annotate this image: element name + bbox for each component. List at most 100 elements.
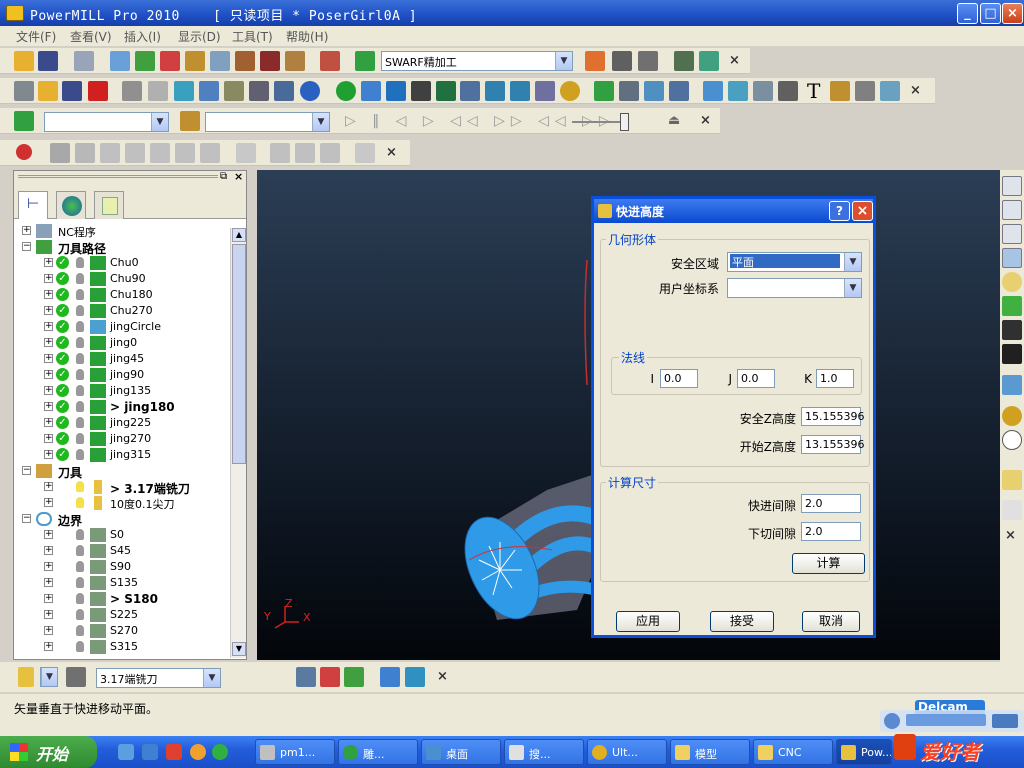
expand-toggle-icon[interactable]: + [44,626,53,635]
speed-slider-track[interactable] [572,121,627,123]
machine-4-icon[interactable] [355,143,375,163]
chevron-down-icon[interactable]: ▼ [844,279,861,297]
check-icon[interactable]: ✓ [56,272,69,285]
view-iso-2-icon[interactable] [1002,200,1022,220]
check-icon[interactable]: ✓ [56,352,69,365]
stock-shade-icon[interactable] [75,143,95,163]
check-icon[interactable]: ✓ [56,400,69,413]
expand-toggle-icon[interactable]: + [44,418,53,427]
strategy-select[interactable]: SWARF精加工 ▼ [381,51,573,71]
ime-bar[interactable] [880,710,1024,732]
tree-item[interactable]: + ✓ Chu180 [14,287,232,303]
lightbulb-icon[interactable] [76,433,84,444]
maximize-button[interactable]: □ [980,3,1001,24]
menu-tools[interactable]: 工具(T) [232,28,273,45]
feedrate-icon[interactable] [135,51,155,71]
expand-toggle-icon[interactable]: + [44,434,53,443]
check-icon[interactable]: ✓ [56,432,69,445]
close-window-button[interactable]: × [1002,3,1023,24]
edit-toolpath-icon[interactable] [699,51,719,71]
lightbulb-icon[interactable] [76,401,84,412]
tool-select[interactable]: 3.17端铣刀 ▼ [96,668,221,688]
check-icon[interactable]: ✓ [56,368,69,381]
expand-toggle-icon[interactable]: + [44,290,53,299]
lightbulb-icon[interactable] [76,417,84,428]
calculator-icon[interactable] [612,51,632,71]
toolpath-icon[interactable] [594,81,614,101]
lightbulb-icon[interactable] [76,257,84,268]
table-icon[interactable] [460,81,480,101]
scroll-down-icon[interactable]: ▼ [232,642,246,656]
tree-item[interactable]: + S0 [14,527,232,543]
check-icon[interactable]: ✓ [56,288,69,301]
tool-edit-icon[interactable] [344,667,364,687]
expand-toggle-icon[interactable]: + [44,370,53,379]
edit-pen-icon[interactable] [380,667,400,687]
tool-axis-icon[interactable] [285,51,305,71]
stock-2-icon[interactable] [125,143,145,163]
task-carve[interactable]: 雕... [338,739,418,765]
safe-z-input[interactable]: 15.155396 [801,407,865,426]
expand-toggle-icon[interactable]: + [44,498,53,507]
model-icon[interactable] [224,81,244,101]
task-cnc-folder[interactable]: CNC [753,739,833,765]
lightbulb-icon[interactable] [76,289,84,300]
check-icon[interactable]: ✓ [56,416,69,429]
box-icon[interactable] [880,81,900,101]
task-pm1[interactable]: pm1... [255,739,335,765]
tree-item[interactable]: + ✓ jing0 [14,335,232,351]
apply-button[interactable]: 应用 [616,611,680,632]
network-icon[interactable] [644,81,664,101]
toolpath-strategy-icon[interactable] [355,51,375,71]
expand-toggle-icon[interactable]: + [44,562,53,571]
undo-cursor-icon[interactable] [1002,500,1022,520]
simulation-toolpath-select[interactable]: ▼ [44,112,169,132]
tree-item[interactable]: − 刀具 [14,463,232,480]
workplane-align-icon[interactable] [296,667,316,687]
tree-item[interactable]: + > 3.17端铣刀 [14,479,232,496]
speed-slider-handle[interactable] [620,113,629,131]
print-icon[interactable] [74,51,94,71]
lightbulb-icon[interactable] [76,609,84,620]
task-search[interactable]: 搜... [504,739,584,765]
tool-type-dropdown[interactable]: ▼ [40,667,58,687]
lightbulb-icon[interactable] [76,497,84,508]
stock-4-icon[interactable] [175,143,195,163]
close-tool-toolbar-icon[interactable]: × [437,669,448,684]
expand-toggle-icon[interactable]: + [44,546,53,555]
expand-toggle-icon[interactable]: + [44,322,53,331]
tree-item[interactable]: + S315 [14,639,232,655]
expand-toggle-icon[interactable]: + [44,530,53,539]
dialog-close-button[interactable]: × [852,201,873,221]
menu-view[interactable]: 查看(V) [70,28,112,45]
check-icon[interactable]: ✓ [56,384,69,397]
tree-item[interactable]: + S135 [14,575,232,591]
expand-toggle-icon[interactable]: − [22,242,31,251]
tab-explorer[interactable]: ⊢ [18,191,48,219]
expand-toggle-icon[interactable]: + [44,578,53,587]
close-toolbar-2-icon[interactable]: × [910,83,921,98]
chevron-down-icon[interactable]: ▼ [203,669,220,687]
restore-panel-icon[interactable]: ⧉ [220,171,227,182]
toolpath-select-icon[interactable] [14,111,34,131]
ring-icon[interactable] [411,81,431,101]
tree-item[interactable]: + ✓ jing45 [14,351,232,367]
tree-item[interactable]: + S270 [14,623,232,639]
save-project-icon[interactable] [38,51,58,71]
lightbulb-icon[interactable] [76,337,84,348]
i-input[interactable]: 0.0 [660,369,698,388]
close-panel-icon[interactable]: × [234,170,243,183]
check-icon[interactable]: ✓ [56,256,69,269]
shading-icon[interactable] [174,81,194,101]
lightbulb-icon[interactable] [76,625,84,636]
ucs-select[interactable]: ▼ [727,278,862,298]
help-button[interactable]: ? [829,201,850,221]
lightbulb-icon[interactable] [76,577,84,588]
tree-item[interactable]: + ✓ jing225 [14,415,232,431]
stock-5-icon[interactable] [200,143,220,163]
gear-icon[interactable] [386,81,406,101]
tool-active-icon[interactable] [18,667,34,687]
tree-item[interactable]: + S45 [14,543,232,559]
scroll-up-icon[interactable]: ▲ [232,228,246,242]
wire-globe-icon[interactable] [1002,430,1022,450]
